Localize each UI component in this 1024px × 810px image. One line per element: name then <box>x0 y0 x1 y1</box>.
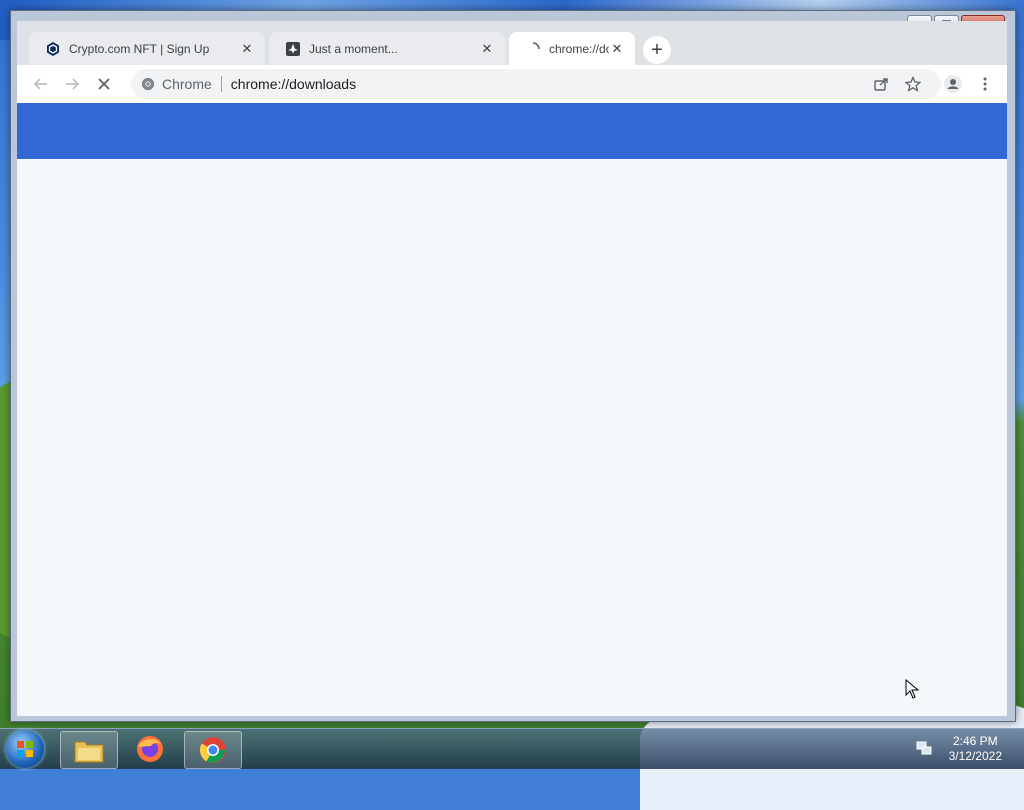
avatar-icon <box>944 75 962 93</box>
windows-explorer-icon <box>74 741 104 763</box>
forward-arrow-icon <box>66 78 80 90</box>
tab-title: Just a moment... <box>309 41 398 56</box>
share-icon <box>874 78 888 91</box>
taskbar-chrome[interactable] <box>184 731 242 769</box>
mouse-cursor-icon <box>905 679 919 699</box>
chrome-site-icon <box>141 77 155 91</box>
system-clock[interactable]: 2:46 PM 3/12/2022 <box>949 734 1002 764</box>
clock-date: 3/12/2022 <box>948 749 1002 763</box>
firefox-icon <box>137 736 163 762</box>
tab-title: chrome://downloads <box>549 41 609 56</box>
site-label: Chrome <box>162 76 212 92</box>
crypto-com-icon <box>45 41 61 57</box>
stop-icon <box>98 78 110 90</box>
share-button[interactable] <box>869 72 893 96</box>
tab-title: Crypto.com NFT | Sign Up <box>69 41 210 56</box>
more-vert-icon <box>983 77 987 91</box>
clock-time: 2:46 PM <box>952 734 998 748</box>
browser-toolbar: Chrome chrome://downloads <box>17 65 1007 104</box>
star-icon <box>905 76 921 92</box>
stop-button[interactable] <box>92 72 116 96</box>
tab-downloads[interactable]: chrome://downloads ✕ <box>509 32 635 65</box>
tab-close-icon[interactable]: ✕ <box>479 41 495 57</box>
tab-crypto-com[interactable]: Crypto.com NFT | Sign Up ✕ <box>29 32 265 65</box>
tab-just-a-moment[interactable]: Just a moment... ✕ <box>269 32 505 65</box>
taskbar-explorer[interactable] <box>60 731 118 769</box>
downloads-header-bar <box>17 103 1007 159</box>
start-button[interactable] <box>6 730 44 768</box>
loading-icon <box>525 41 541 57</box>
taskbar-firefox[interactable] <box>122 731 178 767</box>
site-info[interactable]: Chrome <box>141 76 212 92</box>
plus-icon: + <box>651 38 663 61</box>
browser-window: — ☐ ✕ Crypto.com NFT | Sign Up ✕ Just a … <box>10 10 1016 722</box>
windows-logo-icon <box>17 741 33 757</box>
back-arrow-icon <box>33 78 47 90</box>
chrome-frame: Crypto.com NFT | Sign Up ✕ Just a moment… <box>17 21 1007 716</box>
bookmark-button[interactable] <box>901 72 925 96</box>
menu-button[interactable] <box>973 72 997 96</box>
taskbar: 2:46 PM 3/12/2022 <box>0 728 1024 769</box>
forward-button[interactable] <box>60 72 84 96</box>
tab-strip: Crypto.com NFT | Sign Up ✕ Just a moment… <box>17 21 1007 65</box>
url-text[interactable]: chrome://downloads <box>231 76 356 92</box>
tab-close-icon[interactable]: ✕ <box>239 41 255 57</box>
back-button[interactable] <box>29 72 53 96</box>
site-favicon-icon <box>285 41 301 57</box>
address-bar[interactable]: Chrome chrome://downloads <box>131 69 941 99</box>
new-tab-button[interactable]: + <box>643 36 671 64</box>
tab-close-icon[interactable]: ✕ <box>609 41 625 57</box>
omnibox-divider <box>220 76 222 92</box>
page-content <box>17 103 1007 716</box>
network-icon[interactable] <box>916 741 932 755</box>
profile-button[interactable] <box>941 72 965 96</box>
chrome-icon <box>199 737 226 763</box>
